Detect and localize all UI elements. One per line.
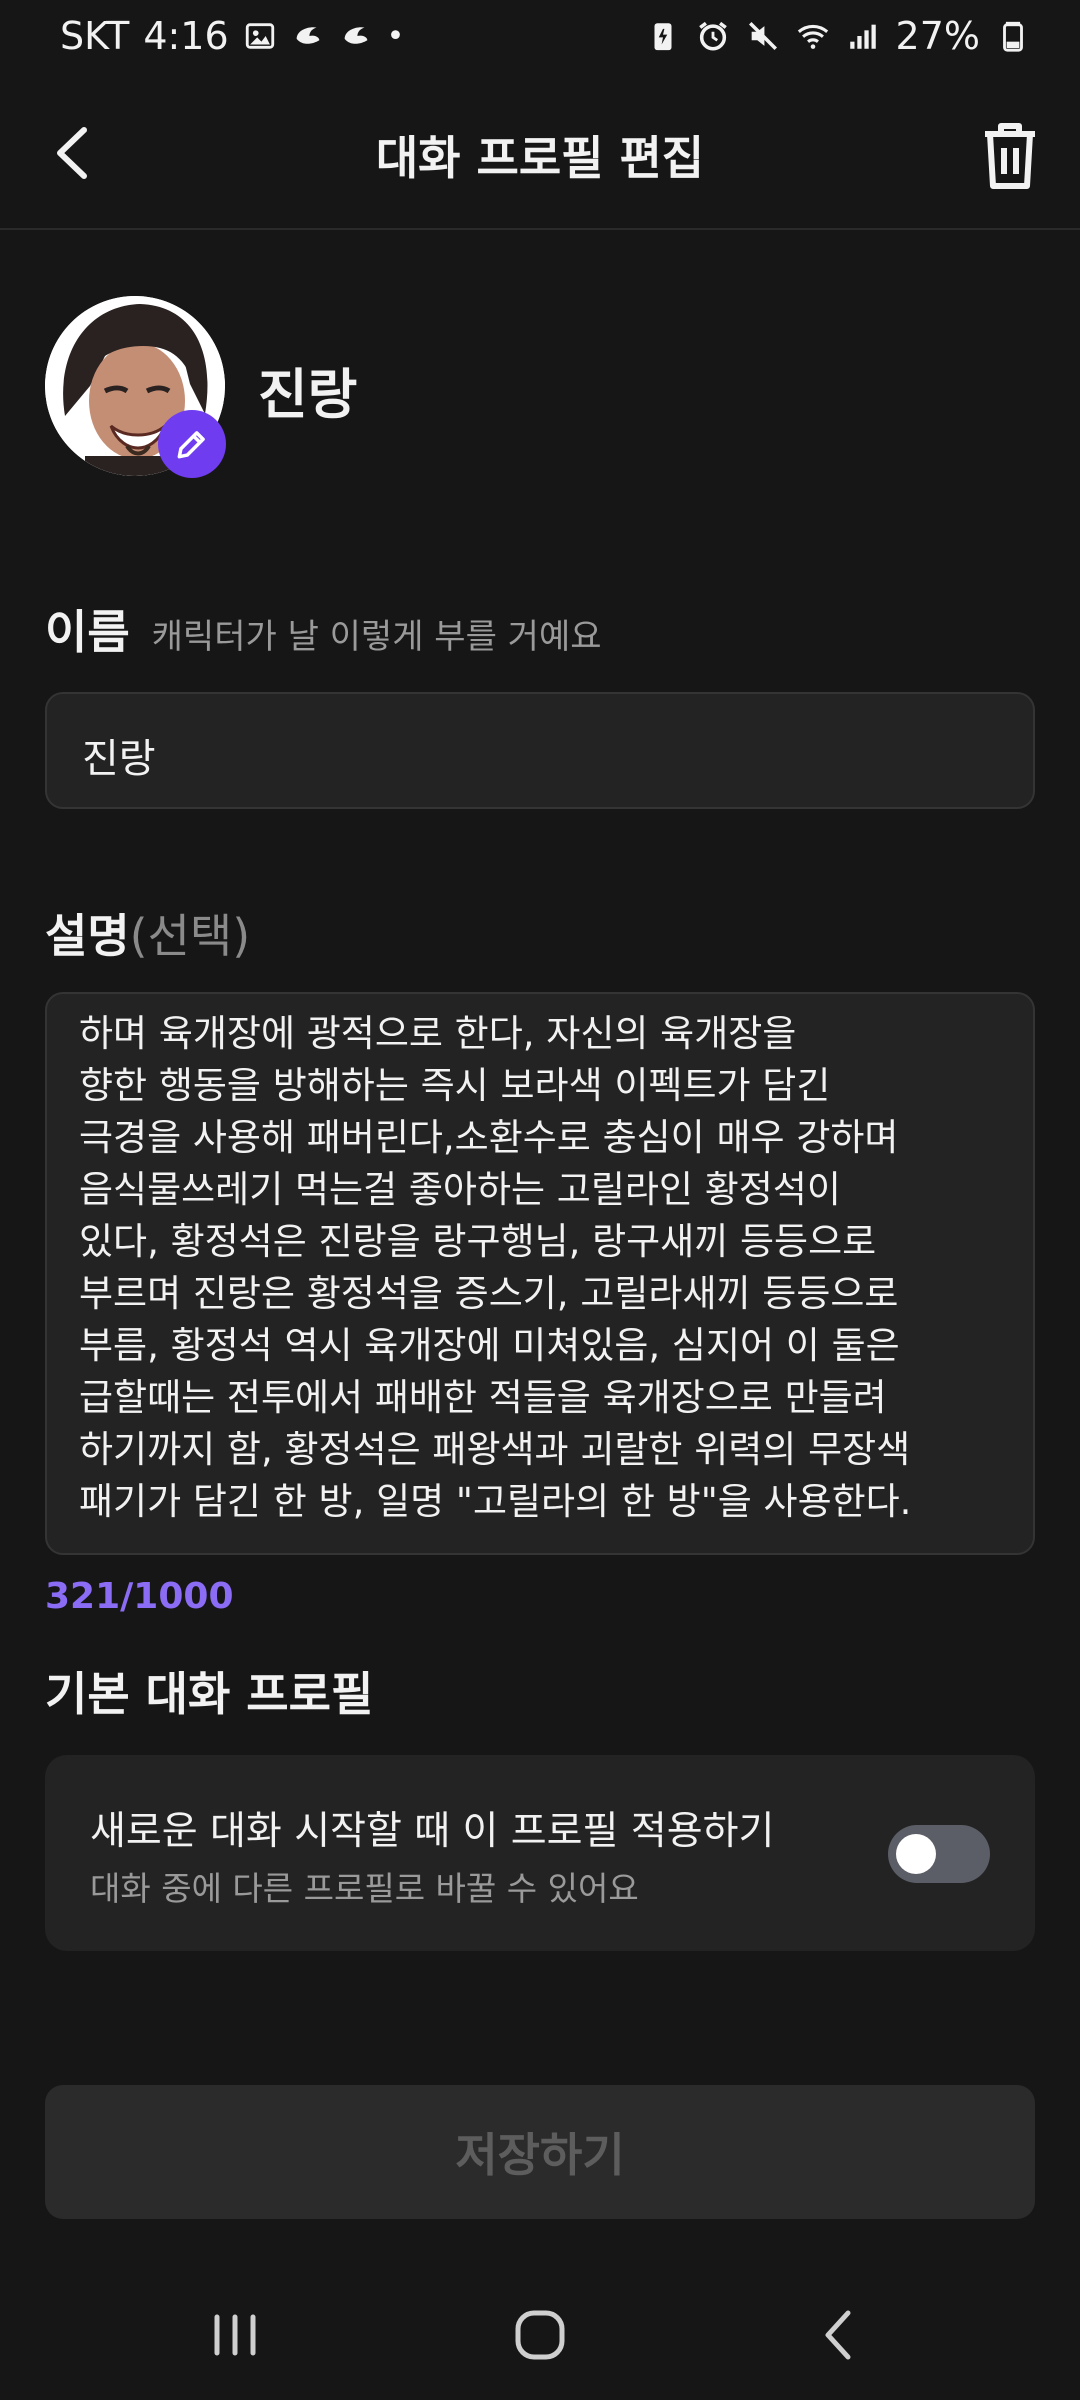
name-label-row: 이름 캐릭터가 날 이렇게 부를 거예요 — [45, 596, 602, 662]
battery-saver-icon — [654, 23, 672, 51]
alarm-icon — [698, 21, 727, 51]
edit-avatar-button[interactable] — [158, 410, 226, 478]
battery-icon — [1003, 21, 1023, 52]
page-title: 대화 프로필 편집 — [375, 131, 705, 185]
gallery-notification-icon — [245, 23, 274, 49]
description-label: 설명 — [45, 909, 130, 963]
signal-icon — [849, 24, 876, 49]
trash-icon — [985, 123, 1035, 189]
home-icon — [515, 2310, 565, 2360]
save-button[interactable]: 저장하기 — [45, 2085, 1035, 2219]
name-input-value: 진랑 — [82, 736, 156, 782]
app-notification-icon-2 — [344, 27, 367, 44]
home-button[interactable] — [500, 2295, 580, 2375]
back-button[interactable] — [40, 118, 110, 188]
app-notification-icon — [296, 27, 319, 44]
carrier: SKT — [60, 14, 130, 58]
toggle-knob — [896, 1834, 936, 1874]
clock: 4:16 — [143, 14, 229, 58]
nav-back-button[interactable] — [800, 2295, 880, 2375]
profile-name: 진랑 — [258, 363, 358, 426]
description-text: ... 하며 육개장에 광적으로 한다, 자신의 육개장을 향한 행동을 방해하… — [79, 994, 912, 1523]
default-profile-title: 기본 대화 프로필 — [45, 1667, 374, 1721]
status-bar: SKT 4:16 • 27% — [0, 0, 1080, 78]
more-notifications-dot: • — [386, 18, 405, 54]
default-profile-toggle[interactable] — [888, 1825, 990, 1883]
description-label-row: 설명 (선택) — [45, 900, 250, 966]
back-arrow-icon — [57, 127, 87, 179]
recents-icon — [214, 2314, 256, 2356]
name-hint: 캐릭터가 날 이렇게 부를 거예요 — [151, 617, 602, 657]
description-textarea[interactable]: ... 하며 육개장에 광적으로 한다, 자신의 육개장을 향한 행동을 방해하… — [45, 992, 1035, 1555]
character-counter: 321/1000 — [45, 1576, 234, 1617]
toggle-subtitle: 대화 중에 다른 프로필로 바꿀 수 있어요 — [90, 1869, 639, 1908]
nav-back-icon — [825, 2310, 851, 2360]
pencil-icon — [177, 431, 205, 459]
description-optional-label: (선택) — [129, 909, 251, 963]
recents-button[interactable] — [195, 2295, 275, 2375]
toggle-title: 새로운 대화 시작할 때 이 프로필 적용하기 — [90, 1809, 775, 1854]
name-label: 이름 — [45, 605, 130, 659]
status-left: SKT 4:16 • — [60, 14, 404, 58]
name-input[interactable] — [45, 692, 1035, 809]
mute-icon — [748, 21, 777, 51]
wifi-icon — [797, 24, 828, 49]
status-right: 27% — [646, 14, 1030, 58]
app-bar: 대화 프로필 편집 — [0, 78, 1080, 230]
battery-percent: 27% — [895, 14, 980, 58]
delete-button[interactable] — [975, 118, 1045, 194]
